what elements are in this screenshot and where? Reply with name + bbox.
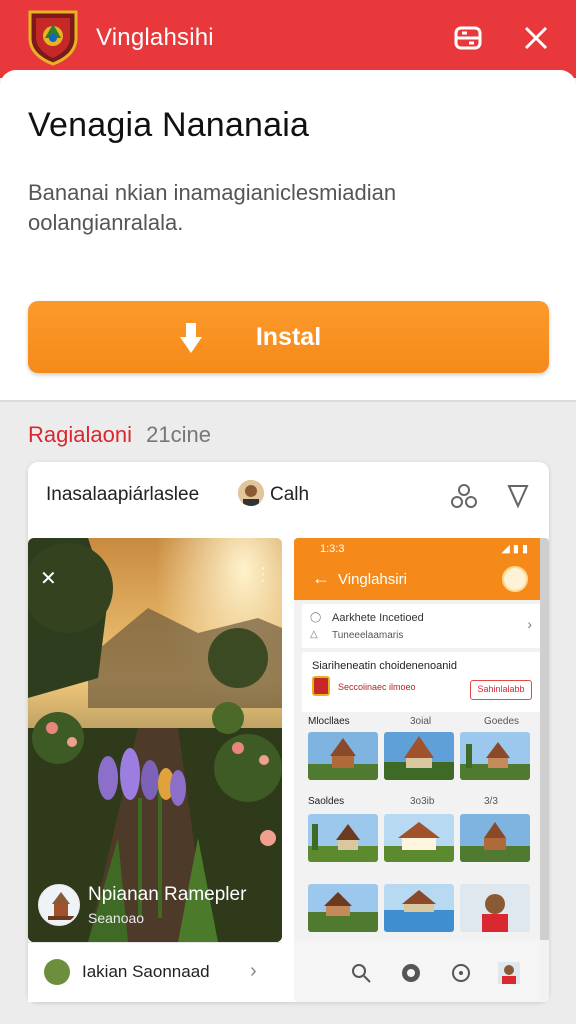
preview-user: Calh [270, 484, 310, 505]
emblem-icon [28, 10, 78, 66]
thumbnail [384, 884, 454, 932]
temple-image [460, 732, 530, 780]
preview-photo[interactable]: ✕ ⋮ Npianan Ramepler Seanoao [28, 538, 282, 942]
close-icon [524, 26, 548, 50]
download-arrow-icon [180, 323, 202, 353]
temple-image [308, 732, 378, 780]
temple-image [308, 884, 378, 932]
install-button[interactable]: Instal [28, 301, 549, 373]
phone-card-button: Sahinlalabb [470, 680, 532, 700]
thumbnail [460, 732, 530, 780]
section-label: Ragialaoni [28, 422, 132, 447]
phone-card-tag: Seccoiinaec ilmoeo [338, 682, 416, 692]
phone-section-label: Mlocllaes [308, 716, 350, 727]
garden-photo-image [28, 538, 282, 942]
app-header: Vinglahsihi [0, 0, 576, 78]
thumbnail [460, 814, 530, 862]
page-title: Venagia Nananaia [28, 106, 310, 144]
phone-list-row: ◯ △ Aarkhete Incetioed Tuneeelaamaris › [302, 604, 540, 648]
thumbnail [384, 732, 454, 780]
install-label: Instal [255, 322, 322, 351]
photo-close-icon[interactable]: ✕ [40, 566, 57, 591]
thumbnail [308, 814, 378, 862]
chat-icon [452, 964, 470, 982]
temple-image [460, 814, 530, 862]
emblem-icon [312, 676, 330, 696]
phone-status-bar: 1:3:3 ◢ ▮ ▮ [294, 538, 540, 560]
phone-section-label: Saoldes [308, 796, 345, 807]
chevron-right-icon: › [250, 960, 257, 982]
temple-image [308, 814, 378, 862]
section-header: Ragialaoni 21cine [28, 422, 211, 448]
app-description: Bananai nkian inamagianiclesmiadian oola… [28, 180, 397, 235]
profile-icon [498, 962, 520, 984]
portrait-image [460, 884, 530, 932]
phone-section-right: Goedes [484, 716, 520, 727]
temple-image [384, 732, 454, 780]
app-info-card: Venagia Nananaia Bananai nkian inamagian… [0, 70, 576, 400]
thumbnail [384, 814, 454, 862]
phone-list-line1: Aarkhete Incetioed [332, 612, 424, 624]
section-divider [0, 400, 576, 402]
thumbnail [308, 732, 378, 780]
bookmark-icon[interactable] [504, 482, 532, 510]
phone-bottom-nav [294, 940, 540, 1002]
temple-image [384, 884, 454, 932]
section-count: 21cine [146, 422, 211, 447]
photo-title: Npianan Ramepler [88, 884, 247, 905]
search-icon [352, 964, 371, 983]
phone-section-mid: 3oial [410, 716, 432, 727]
menu-button[interactable] [450, 20, 486, 56]
app-title: Vinglahsihi [96, 24, 214, 51]
temple-image [384, 814, 454, 862]
photo-subtitle: Seanoao [88, 910, 145, 926]
phone-section-mid: 3o3ib [410, 796, 435, 807]
circle-icon: ◯ [310, 612, 322, 623]
status-icons: ◢ ▮ ▮ [501, 543, 528, 555]
phone-status-time: 1:3:3 [320, 543, 345, 555]
phone-list-line2: Tuneeelaamaris [332, 630, 404, 641]
footer-label: Iakian Saonnaad [82, 962, 210, 981]
thumbnail [308, 884, 378, 932]
preview-title: Inasalaapiárlaslee [46, 484, 200, 505]
temple-avatar [38, 884, 80, 926]
phone-card-title: Siariheneatin choidenenoanid [312, 660, 457, 672]
smiley-icon [502, 566, 528, 592]
compass-icon [402, 964, 420, 982]
triangle-icon: △ [310, 629, 318, 640]
menu-icon [454, 26, 482, 50]
phone-app-bar: ← Vinglahsiri [294, 560, 540, 600]
phone-info-card: Siariheneatin choidenenoanid Seccoiinaec… [302, 652, 540, 712]
preview-card: Inasalaapiárlaslee Calh ✕ ⋮ Npianan Rame… [28, 462, 549, 1002]
footer-avatar [44, 959, 70, 985]
share-icon[interactable] [450, 482, 478, 510]
phone-screenshot: 1:3:3 ◢ ▮ ▮ ← Vinglahsiri ◯ △ Aarkhete I… [294, 538, 549, 1002]
close-button[interactable] [518, 20, 554, 56]
phone-section-right: 3/3 [484, 796, 498, 807]
photo-more-icon[interactable]: ⋮ [254, 564, 272, 585]
chevron-right-icon: › [527, 616, 532, 632]
phone-scrollbar [540, 538, 549, 940]
thumbnail [460, 884, 530, 932]
avatar [238, 480, 264, 506]
back-arrow-icon: ← [312, 568, 330, 588]
avatar-face-icon [238, 480, 264, 506]
phone-app-title: Vinglahsiri [338, 571, 407, 588]
photo-footer[interactable]: Iakian Saonnaad › [28, 942, 282, 1002]
